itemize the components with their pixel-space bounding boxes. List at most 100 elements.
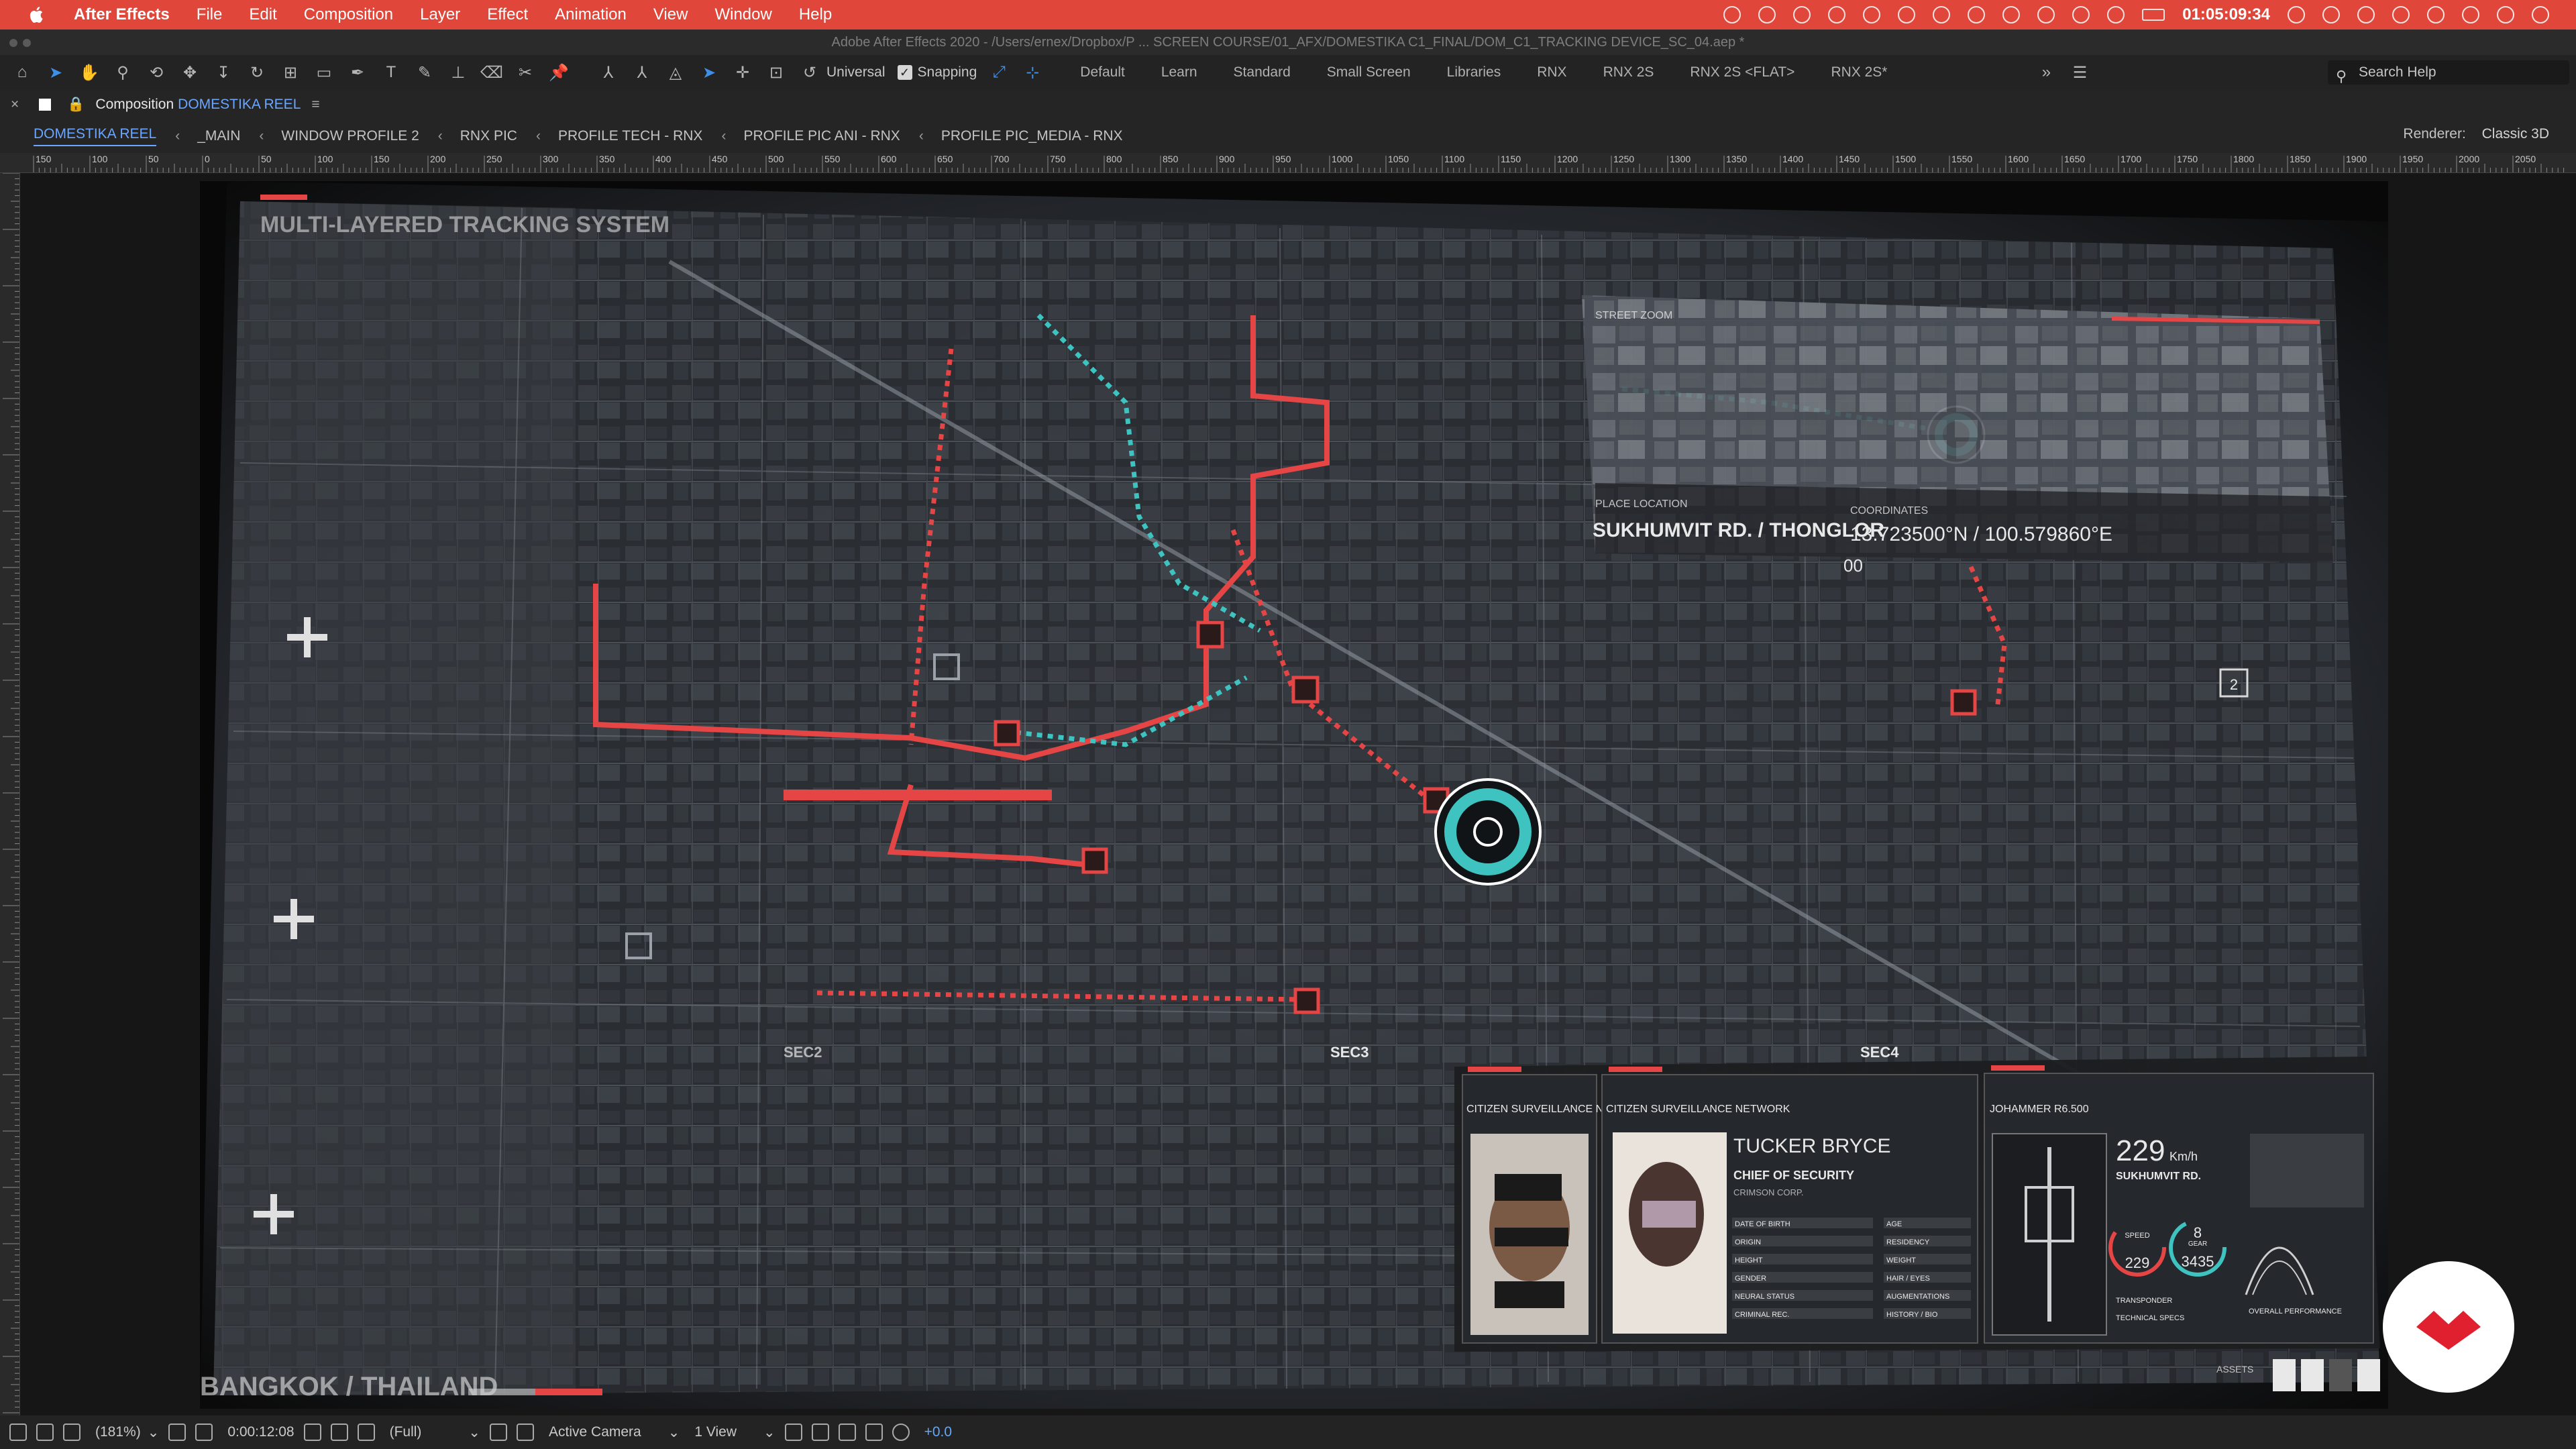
control-center-icon[interactable] xyxy=(2532,6,2549,23)
menu-edit[interactable]: Edit xyxy=(249,5,276,24)
flowchart-icon[interactable] xyxy=(865,1424,883,1441)
status-icon-1[interactable] xyxy=(1723,6,1741,23)
wifi-icon[interactable] xyxy=(2427,6,2445,23)
workspace-default[interactable]: Default xyxy=(1080,64,1125,80)
view-axis-icon[interactable]: ◬ xyxy=(664,61,687,84)
workspace-rnx-2s[interactable]: RNX 2S xyxy=(1603,64,1654,80)
universal-label[interactable]: Universal xyxy=(826,64,885,80)
bluetooth-icon[interactable] xyxy=(2392,6,2410,23)
volume-icon[interactable] xyxy=(2288,6,2305,23)
user-icon[interactable] xyxy=(2497,6,2514,23)
chevron-down-icon[interactable]: ⌄ xyxy=(668,1424,680,1441)
menubar-clock[interactable]: 01:05:09:34 xyxy=(2182,5,2270,24)
apple-icon[interactable] xyxy=(27,5,47,25)
snap-grid-icon[interactable]: ⊹ xyxy=(1021,61,1044,84)
workspace-rnx[interactable]: RNX xyxy=(1537,64,1566,80)
world-axis-icon[interactable]: ⅄ xyxy=(631,61,653,84)
breadcrumb-rnx-pic[interactable]: RNX PIC xyxy=(460,128,517,144)
search-help-field[interactable]: ⚲ Search Help xyxy=(2328,60,2569,85)
orbit-camera-icon[interactable]: ⟲ xyxy=(145,61,168,84)
menu-window[interactable]: Window xyxy=(714,5,771,24)
menu-effect[interactable]: Effect xyxy=(487,5,528,24)
region-of-interest-icon[interactable] xyxy=(168,1424,186,1441)
status-icon-9[interactable] xyxy=(2002,6,2021,23)
status-icon-4[interactable] xyxy=(1828,6,1846,23)
vertical-ruler[interactable] xyxy=(0,173,20,1415)
local-axis-icon[interactable]: ⅄ xyxy=(597,61,620,84)
panel-lock-box[interactable] xyxy=(39,99,52,111)
menu-view[interactable]: View xyxy=(653,5,688,24)
composition-name[interactable]: DOMESTIKA REEL xyxy=(178,97,301,113)
breadcrumb-main[interactable]: _MAIN xyxy=(197,128,240,144)
menu-layer[interactable]: Layer xyxy=(420,5,460,24)
color-channel-icon[interactable] xyxy=(357,1424,375,1441)
type-tool-icon[interactable]: T xyxy=(380,61,402,84)
timeline-icon[interactable] xyxy=(838,1424,856,1441)
puppet-pin-tool-icon[interactable]: 📌 xyxy=(547,61,570,84)
fast-draft-icon[interactable] xyxy=(811,1424,829,1441)
chevron-down-icon[interactable]: ⌄ xyxy=(763,1424,775,1441)
selection-tool-icon[interactable]: ➤ xyxy=(44,61,67,84)
status-icon-5[interactable] xyxy=(1863,6,1881,23)
current-time-field[interactable]: 0:00:12:08 xyxy=(227,1424,294,1440)
status-icon-11[interactable] xyxy=(2072,6,2090,23)
roto-brush-tool-icon[interactable]: ✂ xyxy=(514,61,537,84)
exposure-value[interactable]: +0.0 xyxy=(924,1424,952,1440)
breadcrumb-profile-tech[interactable]: PROFILE TECH - RNX xyxy=(558,128,702,144)
status-icon-3[interactable] xyxy=(1793,6,1811,23)
view-layout-dropdown[interactable]: 1 View xyxy=(694,1424,737,1440)
panel-menu-icon[interactable]: ≡ xyxy=(311,97,319,113)
menu-help[interactable]: Help xyxy=(799,5,832,24)
window-close-button[interactable] xyxy=(9,39,17,47)
fast-previews-icon[interactable] xyxy=(490,1424,508,1441)
dolly-camera-icon[interactable]: ↧ xyxy=(212,61,235,84)
snapping-checkbox[interactable]: ✓ xyxy=(897,65,912,80)
transparency-grid-icon[interactable] xyxy=(195,1424,213,1441)
close-panel-icon[interactable]: × xyxy=(11,97,19,113)
resolution-dropdown[interactable]: (Full) xyxy=(390,1424,422,1440)
active-camera-dropdown[interactable]: Active Camera xyxy=(549,1424,641,1440)
universal-move-icon[interactable]: ✛ xyxy=(731,61,754,84)
renderer-value[interactable]: Classic 3D xyxy=(2482,126,2549,142)
mask-visibility-icon[interactable] xyxy=(63,1424,80,1441)
battery-icon[interactable] xyxy=(2142,9,2165,21)
toggle-pixel-aspect-icon[interactable] xyxy=(784,1424,802,1441)
breadcrumb-profile-pic-media[interactable]: PROFILE PIC_MEDIA - RNX xyxy=(941,128,1123,144)
composition-viewer[interactable]: MULTI-LAYERED TRACKING SYSTEM STREET ZOO… xyxy=(20,173,2576,1415)
horizontal-ruler[interactable]: 150 100 50 0 50 100 150 200 250 300 350 400 450 500 55… xyxy=(0,153,2576,173)
lock-icon[interactable]: 🔒 xyxy=(67,97,85,113)
spotlight-icon[interactable] xyxy=(2462,6,2479,23)
universal-rotate-icon[interactable]: ↺ xyxy=(798,61,821,84)
snapping-label[interactable]: Snapping xyxy=(918,64,977,80)
menu-composition[interactable]: Composition xyxy=(304,5,393,24)
breadcrumb-window-profile-2[interactable]: WINDOW PROFILE 2 xyxy=(281,128,419,144)
home-icon[interactable]: ⌂ xyxy=(11,61,34,84)
universal-select-icon[interactable]: ➤ xyxy=(698,61,720,84)
workspace-rnx-2s-flat[interactable]: RNX 2S <FLAT> xyxy=(1690,64,1794,80)
toggle-grid-icon[interactable] xyxy=(517,1424,535,1441)
hand-tool-icon[interactable]: ✋ xyxy=(78,61,101,84)
window-minimize-button[interactable] xyxy=(23,39,31,47)
pan-camera-icon[interactable]: ✥ xyxy=(178,61,201,84)
snap-option-icon[interactable]: ⤢ xyxy=(987,61,1010,84)
brush-tool-icon[interactable]: ✎ xyxy=(413,61,436,84)
universal-scale-icon[interactable]: ⊡ xyxy=(765,61,788,84)
snapshot-icon[interactable] xyxy=(303,1424,321,1441)
status-icon-10[interactable] xyxy=(2037,6,2055,23)
clone-stamp-tool-icon[interactable]: ⊥ xyxy=(447,61,470,84)
display-icon[interactable] xyxy=(36,1424,54,1441)
pan-behind-tool-icon[interactable]: ⊞ xyxy=(279,61,302,84)
status-icon-8[interactable] xyxy=(1968,6,1986,23)
breadcrumb-domestika-reel[interactable]: DOMESTIKA REEL xyxy=(34,126,157,146)
status-icon-7[interactable] xyxy=(1933,6,1951,23)
menu-file[interactable]: File xyxy=(197,5,223,24)
show-snapshot-icon[interactable] xyxy=(330,1424,348,1441)
airdrop-icon[interactable] xyxy=(2357,6,2375,23)
workspace-rnx-2s-star[interactable]: RNX 2S* xyxy=(1831,64,1887,80)
workspace-menu-icon[interactable]: ☰ xyxy=(2068,61,2091,84)
workspace-libraries[interactable]: Libraries xyxy=(1447,64,1501,80)
chevron-down-icon[interactable]: ⌄ xyxy=(148,1424,160,1441)
status-icon-12[interactable] xyxy=(2107,6,2125,23)
composition-frame[interactable]: MULTI-LAYERED TRACKING SYSTEM STREET ZOO… xyxy=(200,181,2388,1409)
zoom-tool-icon[interactable]: ⚲ xyxy=(111,61,134,84)
